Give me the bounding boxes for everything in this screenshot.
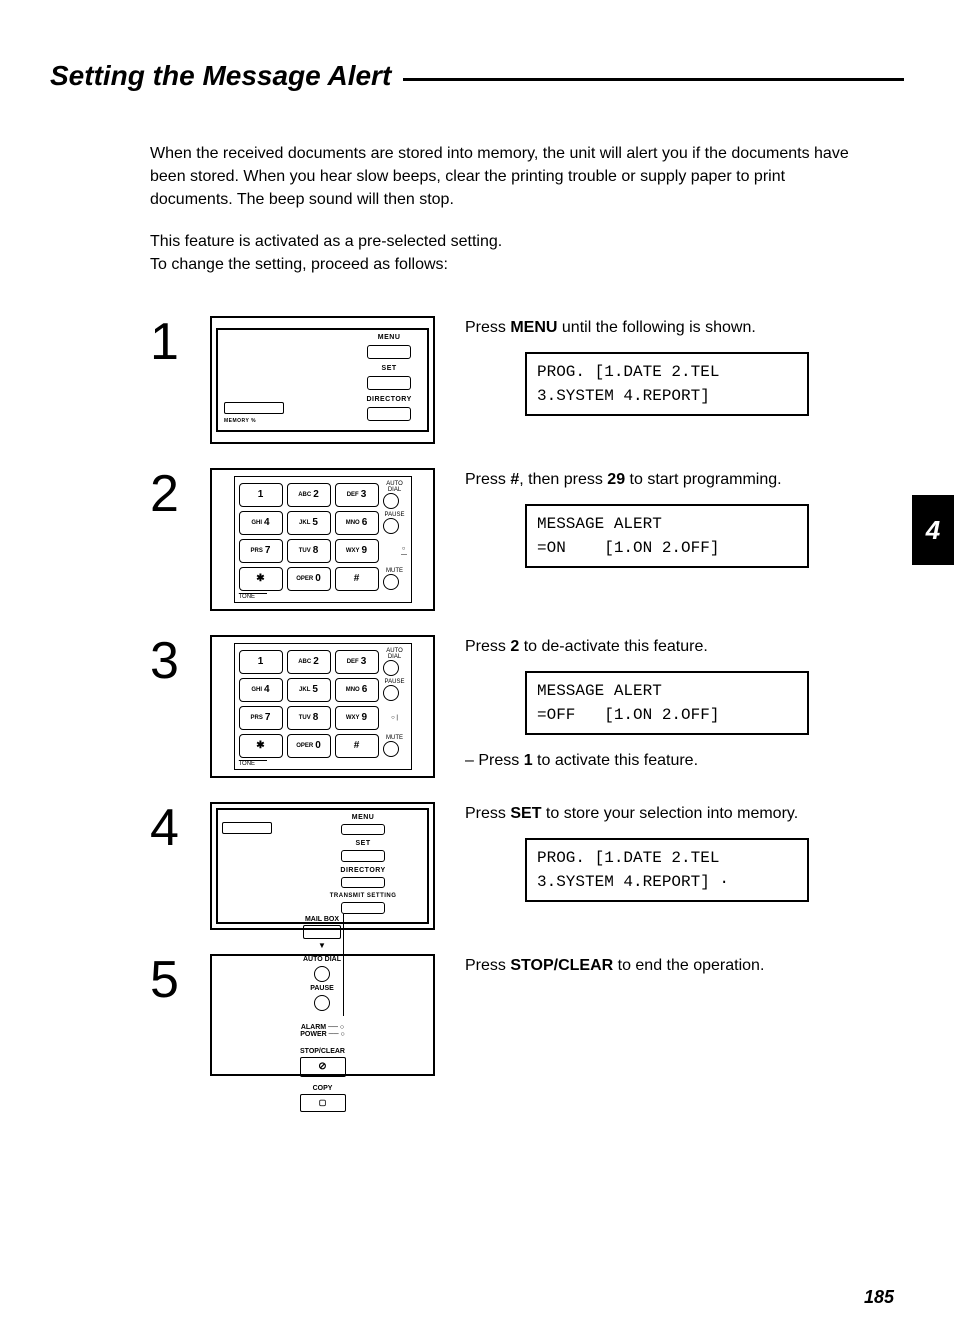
step-body: Press #, then press 29 to start programm… [465,468,904,576]
autodial-icon [383,493,399,509]
directory-label: DIRECTORY [366,396,411,403]
lcd-display: PROG. [1.DATE 2.TEL 3.SYSTEM 4.REPORT] [525,352,809,416]
key-6: MNO6 [335,511,379,535]
key-4: GHI4 [239,511,283,535]
key-hash: # [335,567,379,591]
step-number: 3 [150,635,210,687]
memory-indicator [224,402,284,414]
steps-list: 1 MEMORY % MENU SET DIRECTORY [150,316,904,1076]
set-button-icon [367,376,411,390]
diagram-stop-panel: MAIL BOX ▼ AUTO DIAL PAUSE ALARM ── ○ PO… [210,954,435,1076]
menu-button-icon [367,345,411,359]
diagram-menu-panel: MEMORY % MENU SET DIRECTORY [210,316,435,444]
menu-label: MENU [378,334,401,341]
key-3: DEF3 [335,483,379,507]
tone-label: TONE [239,593,267,600]
key-7: PRS7 [239,539,283,563]
title-row: Setting the Message Alert [50,60,904,92]
manual-page: Setting the Message Alert When the recei… [0,0,954,1338]
lcd-display: MESSAGE ALERT =ON [1.ON 2.OFF] [525,504,809,568]
intro-text: When the received documents are stored i… [150,142,864,276]
step-number: 4 [150,802,210,854]
intro-paragraph-2: This feature is activated as a pre-selec… [150,230,864,276]
key-8: TUV8 [287,539,331,563]
key-5: JKL5 [287,511,331,535]
step-number: 5 [150,954,210,1006]
lcd-display: MESSAGE ALERT =OFF [1.ON 2.OFF] [525,671,809,735]
pause-icon [383,518,399,534]
diagram-set-panel: MENU SET DIRECTORY TRANSMIT SETTING [210,802,435,930]
step-2: 2 1 ABC2 DEF3 AUTO DIAL GHI4 JKL5 MNO6 P… [150,468,904,611]
step-4: 4 MENU SET DIRECTORY TRANSMIT SETTING [150,802,904,930]
step-body: Press MENU until the following is shown.… [465,316,904,424]
key-9: WXY9 [335,539,379,563]
diagram-keypad: 1 ABC2 DEF3 AUTO DIAL GHI4 JKL5 MNO6 PAU… [210,468,435,611]
mute-icon [383,574,399,590]
step-3: 3 1 ABC2 DEF3 AUTO DIAL GHI4 JKL5 MNO6 P… [150,635,904,778]
title-rule [403,78,904,81]
step-number: 2 [150,468,210,520]
key-1: 1 [239,483,283,507]
set-label: SET [382,365,397,372]
step-5: 5 MAIL BOX ▼ AUTO DIAL PAUSE ALARM ── ○ … [150,954,904,1076]
step-body: Press STOP/CLEAR to end the operation. [465,954,904,978]
page-title: Setting the Message Alert [50,60,391,92]
chapter-tab: 4 [912,495,954,565]
directory-button-icon [367,407,411,421]
key-0: OPER0 [287,567,331,591]
key-2: ABC2 [287,483,331,507]
step-1: 1 MEMORY % MENU SET DIRECTORY [150,316,904,444]
key-star: ✱ [239,567,283,591]
page-number: 185 [864,1287,894,1308]
diagram-keypad: 1 ABC2 DEF3 AUTO DIAL GHI4 JKL5 MNO6 PAU… [210,635,435,778]
step-body: Press SET to store your selection into m… [465,802,904,910]
step-body: Press 2 to de-activate this feature. MES… [465,635,904,773]
lcd-display: PROG. [1.DATE 2.TEL 3.SYSTEM 4.REPORT] · [525,838,809,902]
step-number: 1 [150,316,210,368]
intro-paragraph-1: When the received documents are stored i… [150,142,864,212]
